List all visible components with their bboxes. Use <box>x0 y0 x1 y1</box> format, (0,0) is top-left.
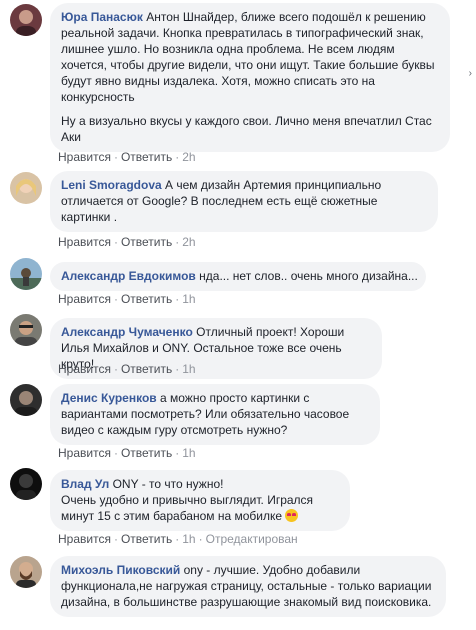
comment-author-link[interactable]: Михоэль Пиковский <box>61 563 180 577</box>
comment-text: Антон Шнайдер, ближе всего подошёл к реш… <box>61 10 435 104</box>
avatar[interactable] <box>10 384 42 416</box>
comment-author-link[interactable]: Александр Чумаченко <box>61 325 193 339</box>
separator-dot: · <box>175 532 180 546</box>
like-link[interactable]: Нравится <box>58 532 111 546</box>
separator-dot: · <box>113 235 118 249</box>
comment-text: ONY - то что нужно! <box>112 477 224 491</box>
comment-bubble: Александр Евдокимов нда... нет слов.. оч… <box>50 262 426 291</box>
comment-bubble: Влад Ул ONY - то что нужно! Очень удобно… <box>50 470 350 531</box>
like-link[interactable]: Нравится <box>58 362 111 376</box>
comment-timestamp[interactable]: 1h <box>182 532 195 546</box>
avatar[interactable] <box>10 314 42 346</box>
separator-dot: · <box>113 532 118 546</box>
separator-dot: · <box>175 362 180 376</box>
like-link[interactable]: Нравится <box>58 292 111 306</box>
comment-actions: Нравится · Ответить · 1h <box>58 446 196 460</box>
reply-link[interactable]: Ответить <box>121 362 172 376</box>
comment-actions: Нравится · Ответить · 2h <box>58 235 196 249</box>
separator-dot: · <box>113 446 118 460</box>
avatar[interactable] <box>10 172 42 204</box>
comment-timestamp[interactable]: 2h <box>182 150 195 164</box>
comment-author-link[interactable]: Денис Куренков <box>61 391 157 405</box>
comment-bubble: Leni Smoragdova А чем дизайн Артемия при… <box>50 171 438 232</box>
comment-timestamp[interactable]: 2h <box>182 235 195 249</box>
comment-text: Очень удобно и привычно выглядит. Игралс… <box>61 493 314 523</box>
comment-bubble: Денис Куренков а можно просто картинки с… <box>50 384 380 445</box>
separator-dot: · <box>198 532 203 546</box>
avatar[interactable] <box>10 4 42 36</box>
comment-timestamp[interactable]: 1h <box>182 446 195 460</box>
comment-bubble: Юра Панасюк Антон Шнайдер, ближе всего п… <box>50 3 450 152</box>
comment-author-link[interactable]: Александр Евдокимов <box>61 269 196 283</box>
comment-actions: Нравится · Ответить · 1h · Отредактирован <box>58 532 298 546</box>
separator-dot: · <box>113 292 118 306</box>
reply-link[interactable]: Ответить <box>121 532 172 546</box>
like-link[interactable]: Нравится <box>58 150 111 164</box>
separator-dot: · <box>175 150 180 164</box>
comment-bubble: Михоэль Пиковский ony - лучшие. Удобно д… <box>50 556 446 617</box>
separator-dot: · <box>175 446 180 460</box>
separator-dot: · <box>175 235 180 249</box>
comment-timestamp[interactable]: 1h <box>182 292 195 306</box>
separator-dot: · <box>113 362 118 376</box>
comment-actions: Нравится · Ответить · 1h <box>58 362 196 376</box>
like-link[interactable]: Нравится <box>58 446 111 460</box>
avatar[interactable] <box>10 258 42 290</box>
edited-label[interactable]: Отредактирован <box>206 532 298 546</box>
comment-text: Ну а визуально вкусы у каждого свои. Лич… <box>61 114 432 144</box>
separator-dot: · <box>175 292 180 306</box>
chevron-right-icon[interactable]: › <box>469 68 472 79</box>
separator-dot: · <box>113 150 118 164</box>
comment-actions: Нравится · Ответить · 1h <box>58 292 196 306</box>
comment-author-link[interactable]: Влад Ул <box>61 477 109 491</box>
comment-author-link[interactable]: Юра Панасюк <box>61 10 143 24</box>
comment-text: нда... нет слов.. очень много дизайна... <box>199 269 418 283</box>
like-link[interactable]: Нравится <box>58 235 111 249</box>
heart-eyes-emoji-icon <box>285 509 299 522</box>
reply-link[interactable]: Ответить <box>121 446 172 460</box>
avatar[interactable] <box>10 468 42 500</box>
reply-link[interactable]: Ответить <box>121 292 172 306</box>
reply-link[interactable]: Ответить <box>121 150 172 164</box>
avatar[interactable] <box>10 556 42 588</box>
reply-link[interactable]: Ответить <box>121 235 172 249</box>
comment-actions: Нравится · Ответить · 2h <box>58 150 196 164</box>
comment-author-link[interactable]: Leni Smoragdova <box>61 178 162 192</box>
comment-timestamp[interactable]: 1h <box>182 362 195 376</box>
